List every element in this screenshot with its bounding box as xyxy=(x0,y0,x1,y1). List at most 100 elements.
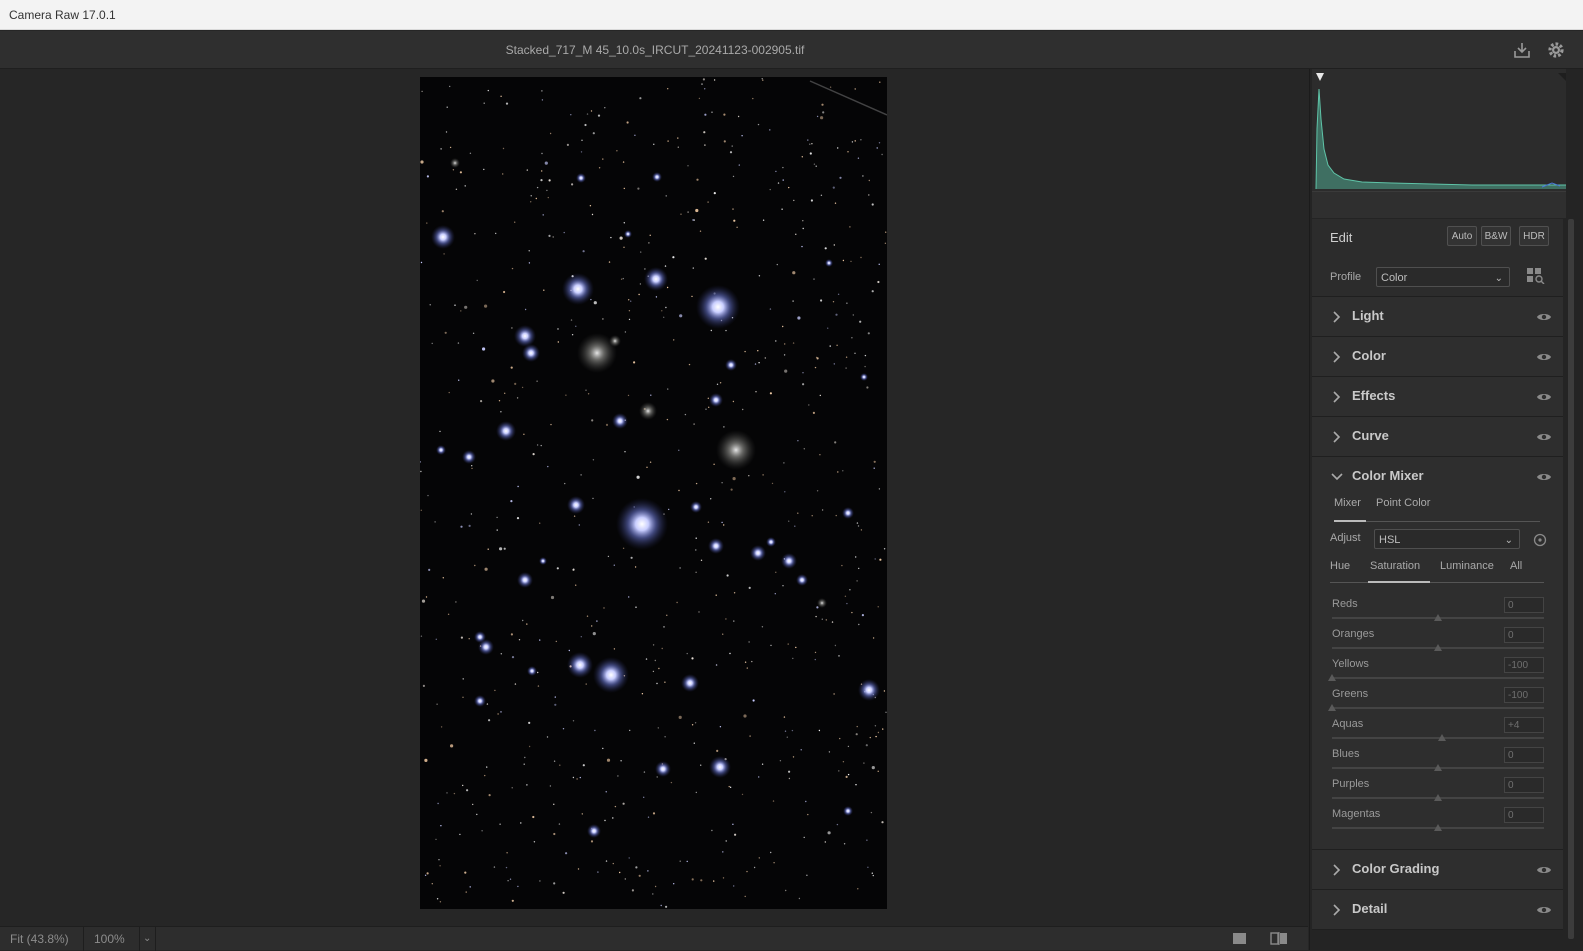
eye-icon[interactable] xyxy=(1536,430,1552,442)
eye-icon[interactable] xyxy=(1536,350,1552,362)
slider-purples[interactable]: Purples 0 xyxy=(1332,777,1546,808)
target-adjustment-icon[interactable] xyxy=(1533,533,1547,547)
profile-label: Profile xyxy=(1330,271,1362,283)
slider-thumb[interactable] xyxy=(1438,734,1447,741)
filename-label: Stacked_717_M 45_10.0s_IRCUT_20241123-00… xyxy=(505,43,805,57)
profile-value: Color xyxy=(1381,272,1408,284)
edit-header: Edit Auto B&W HDR Profile Color ⌄ xyxy=(1312,219,1563,297)
slider-greens[interactable]: Greens -100 xyxy=(1328,687,1546,718)
slider-value-field[interactable]: 0 xyxy=(1504,597,1544,613)
color-section[interactable]: Color xyxy=(1312,337,1563,377)
slider-thumb[interactable] xyxy=(1434,644,1442,651)
chevron-right-icon xyxy=(1331,310,1341,323)
chevron-down-icon xyxy=(1331,470,1343,482)
slider-yellows[interactable]: Yellows -100 xyxy=(1328,657,1546,688)
slider-value-field[interactable]: -100 xyxy=(1504,657,1544,673)
light-section[interactable]: Light xyxy=(1312,297,1563,337)
viewer-footer: Fit (43.8%) 100% ⌄ xyxy=(0,926,1308,951)
image-viewer[interactable] xyxy=(0,69,1308,926)
histogram xyxy=(1312,69,1566,191)
section-title: Effects xyxy=(1352,388,1396,403)
profile-browser-icon[interactable] xyxy=(1527,268,1545,285)
zoom-100-button[interactable]: 100% xyxy=(84,927,140,951)
slider-label: Magentas xyxy=(1332,808,1381,820)
adjust-select[interactable]: HSL ⌄ xyxy=(1374,529,1520,549)
save-icon[interactable] xyxy=(1512,40,1532,60)
eye-icon[interactable] xyxy=(1536,863,1552,875)
slider-label: Reds xyxy=(1332,598,1358,610)
eye-icon[interactable] xyxy=(1536,310,1552,322)
slider-value-field[interactable]: 0 xyxy=(1504,747,1544,763)
slider-thumb[interactable] xyxy=(1434,764,1442,771)
curve-section[interactable]: Curve xyxy=(1312,417,1563,457)
eye-icon[interactable] xyxy=(1536,390,1552,402)
histogram-info-strip xyxy=(1312,191,1566,218)
adjust-value: HSL xyxy=(1379,534,1401,546)
slider-track[interactable] xyxy=(1332,677,1544,679)
slider-value-field[interactable]: 0 xyxy=(1504,777,1544,793)
eye-icon[interactable] xyxy=(1536,903,1552,915)
section-title: Color Grading xyxy=(1352,861,1440,876)
tab-luminance[interactable]: Luminance xyxy=(1440,560,1494,572)
slider-label: Yellows xyxy=(1332,658,1369,670)
panel-scrollbar[interactable] xyxy=(1568,219,1574,939)
chevron-right-icon xyxy=(1331,390,1341,403)
slider-thumb[interactable] xyxy=(1434,614,1442,621)
slider-thumb[interactable] xyxy=(1328,704,1336,711)
color-mixer-section: Color Mixer Mixer Point Color Adjust HSL… xyxy=(1312,457,1563,850)
slider-thumb[interactable] xyxy=(1328,674,1336,681)
tab-hue[interactable]: Hue xyxy=(1330,560,1350,572)
slider-thumb[interactable] xyxy=(1434,824,1442,831)
slider-blues[interactable]: Blues 0 xyxy=(1332,747,1546,778)
slider-thumb[interactable] xyxy=(1434,794,1442,801)
chevron-right-icon xyxy=(1331,863,1341,876)
section-title: Curve xyxy=(1352,428,1389,443)
slider-oranges[interactable]: Oranges 0 xyxy=(1332,627,1546,658)
tab-saturation[interactable]: Saturation xyxy=(1370,560,1420,572)
hdr-button[interactable]: HDR xyxy=(1519,226,1549,246)
slider-aquas[interactable]: Aquas +4 xyxy=(1332,717,1546,748)
slider-label: Aquas xyxy=(1332,718,1364,730)
compare-view-icon[interactable] xyxy=(1270,932,1288,945)
gear-icon[interactable] xyxy=(1546,40,1566,60)
effects-section[interactable]: Effects xyxy=(1312,377,1563,417)
active-tab-indicator xyxy=(1334,520,1366,522)
chevron-right-icon xyxy=(1331,430,1341,443)
slider-value-field[interactable]: 0 xyxy=(1504,807,1544,823)
slider-reds[interactable]: Reds 0 xyxy=(1332,597,1546,628)
detail-section[interactable]: Detail xyxy=(1312,890,1563,930)
slider-label: Oranges xyxy=(1332,628,1375,640)
slider-value-field[interactable]: 0 xyxy=(1504,627,1544,643)
window-titlebar: Camera Raw 17.0.1 xyxy=(0,0,1583,30)
slider-value-field[interactable]: -100 xyxy=(1504,687,1544,703)
color-mixer-header[interactable]: Color Mixer xyxy=(1312,457,1563,495)
section-title: Color xyxy=(1352,348,1386,363)
section-title: Color Mixer xyxy=(1352,468,1424,483)
chevron-right-icon xyxy=(1331,350,1341,363)
eye-icon[interactable] xyxy=(1536,470,1552,482)
fit-zoom-button[interactable]: Fit (43.8%) xyxy=(0,927,84,951)
color-grading-section[interactable]: Color Grading xyxy=(1312,850,1563,890)
slider-track[interactable] xyxy=(1332,707,1544,709)
bw-button[interactable]: B&W xyxy=(1481,226,1511,246)
chevron-down-icon: ⌄ xyxy=(1504,535,1513,546)
tab-point-color[interactable]: Point Color xyxy=(1376,497,1430,509)
subtab-underline xyxy=(1330,582,1544,583)
adjust-label: Adjust xyxy=(1330,532,1361,544)
image-header: Stacked_717_M 45_10.0s_IRCUT_20241123-00… xyxy=(0,31,1583,69)
chevron-right-icon xyxy=(1331,903,1341,916)
chevron-down-icon: ⌄ xyxy=(143,933,152,944)
app-title: Camera Raw 17.0.1 xyxy=(9,8,116,22)
star-cluster-photo xyxy=(420,77,887,909)
tab-mixer[interactable]: Mixer xyxy=(1334,497,1361,509)
slider-magentas[interactable]: Magentas 0 xyxy=(1332,807,1546,838)
auto-button[interactable]: Auto xyxy=(1447,226,1477,246)
single-view-icon[interactable] xyxy=(1233,933,1246,944)
zoom-dropdown[interactable]: ⌄ xyxy=(140,927,156,951)
slider-value-field[interactable]: +4 xyxy=(1504,717,1544,733)
chevron-down-icon: ⌄ xyxy=(1494,273,1503,284)
tab-all[interactable]: All xyxy=(1510,560,1522,572)
section-title: Detail xyxy=(1352,901,1388,916)
profile-select[interactable]: Color ⌄ xyxy=(1376,267,1510,287)
active-subtab-indicator xyxy=(1368,581,1430,583)
